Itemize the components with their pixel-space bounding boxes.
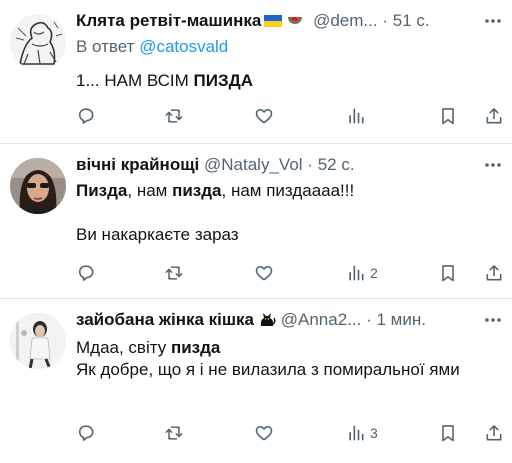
tweet-header: вічні крайнощі @Nataly_Vol · 52 с. [76,154,506,176]
more-options-button[interactable] [480,10,506,32]
watermelon-icon [286,11,304,29]
bookmark-icon [442,425,454,442]
tweet-text-segment: , нам [127,181,173,200]
user-handle[interactable]: @dem... [313,11,378,30]
views-button[interactable]: 3 [346,419,378,447]
views-icon [349,108,364,124]
bookmark-button[interactable] [438,259,458,287]
like-button[interactable] [254,102,274,130]
retweet-button[interactable] [164,102,184,130]
tweet-text: Пизда, нам пизда, нам пиздаааа!!! Ви нак… [76,180,506,246]
like-button[interactable] [254,259,274,287]
timestamp[interactable]: 1 мин. [376,310,425,329]
ukraine-flag-icon [264,15,283,27]
action-bar: 2 [76,259,506,287]
retweet-button[interactable] [164,419,184,447]
bookmark-button[interactable] [438,419,458,447]
share-icon [486,425,502,441]
reply-icon [78,265,94,281]
retweet-icon [165,109,183,123]
tweet-1[interactable]: Клята ретвіт-машинка @dem... · 51 с. В о… [0,0,512,143]
more-icon [485,163,501,167]
separator-dot: · [382,11,388,30]
retweet-button[interactable] [164,259,184,287]
tweet-text-segment: Мдаа, світу [76,338,171,357]
action-bar: 3 [76,419,506,447]
reply-icon [78,425,94,441]
reply-icon [78,108,94,124]
bookmark-icon [442,108,454,125]
avatar[interactable] [10,14,66,70]
display-name[interactable]: Клята ретвіт-машинка [76,11,261,30]
more-icon [485,19,501,23]
tweet-text-bold: пизда [170,338,221,357]
black-cat-icon [258,310,276,328]
retweet-icon [165,266,183,280]
like-button[interactable] [254,419,274,447]
tweet-text-segment: 1... НАМ ВСІМ [76,71,194,90]
views-button[interactable] [346,102,370,130]
views-count: 2 [370,265,378,281]
tweet-text-segment: Як добре, що я і не вилазила з помиральн… [76,360,460,379]
like-icon [255,108,273,124]
separator-dot: · [307,155,313,174]
user-handle[interactable]: @Nataly_Vol [204,155,303,174]
views-button[interactable]: 2 [346,259,378,287]
more-options-button[interactable] [480,309,506,331]
tweet-text-bold: ПИЗДА [193,71,253,90]
like-icon [255,265,273,281]
share-button[interactable] [484,102,504,130]
views-icon [349,265,364,281]
more-icon [485,318,501,322]
reply-button[interactable] [76,259,96,287]
views-count: 3 [370,425,378,441]
separator-dot: · [366,310,372,329]
reply-handle-link[interactable]: @catosvald [139,37,228,56]
timestamp[interactable]: 51 с. [393,11,430,30]
tweet-2[interactable]: вічні крайнощі @Nataly_Vol · 52 с. Пизда… [0,144,512,298]
views-icon [349,425,364,441]
reply-context: В ответ @catosvald [76,36,506,58]
bookmark-icon [442,265,454,282]
tweet-text-bold: пизда [172,181,222,200]
share-button[interactable] [484,259,504,287]
action-bar [76,102,506,130]
timestamp[interactable]: 52 с. [318,155,355,174]
tweet-header: Клята ретвіт-машинка @dem... · 51 с. [76,10,506,32]
bookmark-button[interactable] [438,102,458,130]
tweet-text-bold: Пизда [76,181,128,200]
share-icon [486,108,502,124]
tweet-text: 1... НАМ ВСІМ ПИЗДА [76,70,506,92]
avatar[interactable] [10,313,66,369]
display-name[interactable]: зайобана жінка кішка [76,310,254,329]
display-name[interactable]: вічні крайнощі [76,155,199,174]
share-button[interactable] [484,419,504,447]
like-icon [255,425,273,441]
more-options-button[interactable] [480,154,506,176]
user-handle[interactable]: @Anna2... [281,310,362,329]
tweet-header: зайобана жінка кішка @Anna2... · 1 мин. [76,309,506,331]
reply-prefix: В ответ [76,37,135,56]
share-icon [486,265,502,281]
reply-button[interactable] [76,102,96,130]
tweet-text: Мдаа, світу пизда Як добре, що я і не ви… [76,337,506,381]
tweet-3[interactable]: зайобана жінка кішка @Anna2... · 1 мин. … [0,299,512,463]
reply-button[interactable] [76,419,96,447]
avatar[interactable] [10,158,66,214]
retweet-icon [165,426,183,440]
